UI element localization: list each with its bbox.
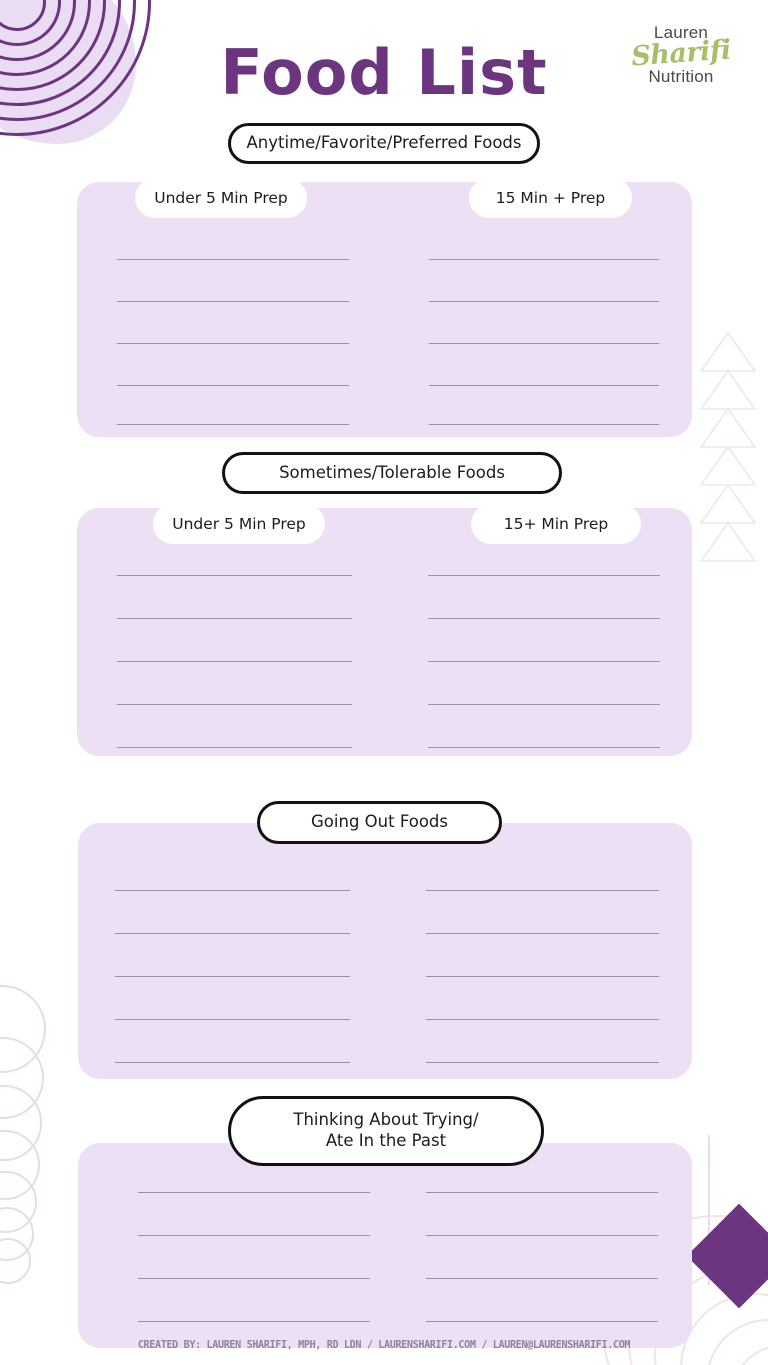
write-line[interactable] [426, 1192, 658, 1193]
write-line[interactable] [115, 1019, 350, 1020]
write-line[interactable] [117, 704, 352, 705]
section-heading-line-2: Ate In the Past [325, 1131, 447, 1150]
write-line[interactable] [115, 933, 350, 934]
sublabel-sometimes-under5: Under 5 Min Prep [153, 504, 325, 544]
write-line[interactable] [117, 575, 352, 576]
write-line[interactable] [426, 1278, 658, 1279]
write-line[interactable] [426, 890, 659, 891]
section-heading-line-1: Thinking About Trying/ [293, 1110, 479, 1130]
write-line[interactable] [429, 385, 659, 386]
write-line[interactable] [117, 343, 349, 344]
section-card-going-out [78, 823, 692, 1079]
write-line[interactable] [117, 661, 352, 662]
write-line[interactable] [426, 1235, 658, 1236]
write-line[interactable] [429, 424, 659, 425]
edge-rule-decoration [708, 1135, 710, 1285]
write-line[interactable] [428, 704, 660, 705]
write-line[interactable] [428, 747, 660, 748]
write-line[interactable] [426, 1062, 659, 1063]
page-title: Food List [220, 36, 548, 109]
sublabel-anytime-15min: 15 Min + Prep [469, 178, 632, 218]
sublabel-sometimes-15min: 15+ Min Prep [471, 504, 641, 544]
write-line[interactable] [138, 1235, 370, 1236]
write-line[interactable] [117, 747, 352, 748]
write-line[interactable] [138, 1321, 370, 1322]
circles-decoration [0, 985, 68, 1285]
write-line[interactable] [426, 976, 659, 977]
write-line[interactable] [117, 618, 352, 619]
section-heading-thinking-about-trying: Thinking About Trying/ Ate In the Past [228, 1096, 544, 1166]
write-line[interactable] [117, 301, 349, 302]
food-list-worksheet: Lauren Sharifi Nutrition Food List Anyti… [0, 0, 768, 1365]
write-line[interactable] [429, 343, 659, 344]
section-card-anytime [77, 182, 692, 437]
purple-diamond-decoration [686, 1203, 768, 1309]
write-line[interactable] [138, 1192, 370, 1193]
section-heading-going-out: Going Out Foods [257, 801, 502, 844]
write-line[interactable] [117, 424, 349, 425]
write-line[interactable] [138, 1278, 370, 1279]
write-line[interactable] [426, 933, 659, 934]
section-card-thinking-about-trying [78, 1143, 692, 1348]
write-line[interactable] [429, 301, 659, 302]
write-line[interactable] [429, 259, 659, 260]
write-line[interactable] [426, 1321, 658, 1322]
write-line[interactable] [115, 1062, 350, 1063]
write-line[interactable] [117, 259, 349, 260]
write-line[interactable] [117, 385, 349, 386]
write-line[interactable] [428, 618, 660, 619]
write-line[interactable] [428, 661, 660, 662]
section-card-sometimes [77, 508, 692, 756]
sublabel-anytime-under5: Under 5 Min Prep [135, 178, 307, 218]
write-line[interactable] [115, 890, 350, 891]
footer-credit: CREATED BY: LAUREN SHARIFI, MPH, RD LDN … [137, 1338, 631, 1351]
write-line[interactable] [428, 575, 660, 576]
section-heading-sometimes: Sometimes/Tolerable Foods [222, 452, 562, 494]
write-line[interactable] [426, 1019, 659, 1020]
triangles-decoration [696, 330, 760, 562]
write-line[interactable] [115, 976, 350, 977]
section-heading-anytime: Anytime/Favorite/Preferred Foods [228, 123, 540, 164]
